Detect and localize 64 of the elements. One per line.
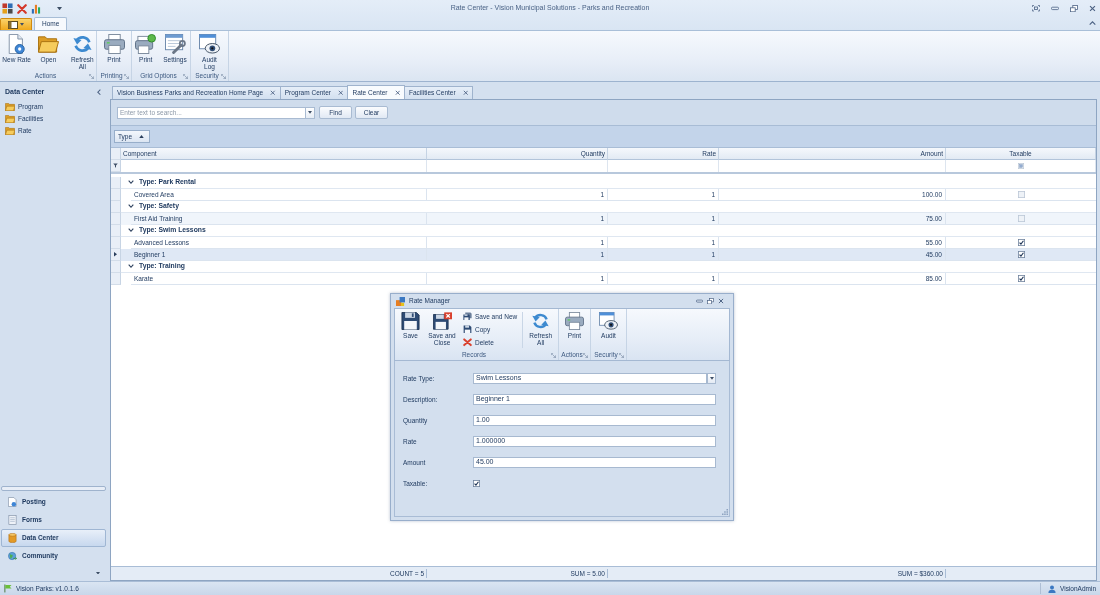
chevron-down-icon[interactable] (128, 180, 134, 185)
window-icon (8, 20, 18, 29)
caret-down-icon (20, 23, 24, 26)
dropdown-button[interactable] (707, 373, 716, 384)
fullscreen-icon[interactable] (1032, 5, 1040, 12)
chevron-down-icon[interactable] (128, 264, 134, 269)
checkbox[interactable] (1017, 275, 1025, 282)
user-icon (1048, 584, 1056, 593)
row-header (111, 237, 121, 249)
refresh-icon (71, 34, 93, 54)
checkbox[interactable] (473, 480, 480, 487)
checkbox[interactable] (1017, 251, 1025, 258)
row-pointer-icon (114, 252, 117, 257)
chevron-left-icon[interactable] (97, 89, 101, 96)
floppy-disks-icon (463, 312, 472, 321)
document-icon (8, 497, 17, 507)
chevron-down-icon[interactable] (128, 204, 134, 209)
close-icon[interactable] (1089, 5, 1096, 12)
new-document-icon (6, 34, 28, 54)
form-icon (8, 515, 17, 525)
caret-down-icon[interactable] (96, 571, 100, 575)
row-header (111, 213, 121, 225)
settings-icon (164, 34, 186, 54)
folder-icon (37, 34, 59, 54)
close-icon[interactable] (462, 90, 469, 96)
database-icon (8, 533, 17, 543)
close-icon[interactable] (718, 298, 724, 304)
app-menu-button[interactable] (0, 18, 32, 30)
chevron-up-icon[interactable] (1089, 21, 1096, 26)
folder-icon (5, 114, 15, 124)
caret-down-icon (308, 111, 312, 114)
refresh-icon (531, 312, 551, 330)
printer-icon (103, 34, 125, 54)
resize-grip-icon[interactable] (722, 509, 728, 515)
close-icon[interactable] (394, 89, 400, 96)
chevron-down-icon[interactable] (128, 228, 134, 233)
restore-icon[interactable] (707, 297, 714, 305)
row-header (111, 273, 121, 285)
app-icon[interactable] (2, 3, 13, 14)
printer-icon (565, 312, 584, 330)
close-icon[interactable] (270, 90, 276, 96)
checkbox[interactable] (1017, 239, 1025, 246)
globe-icon (8, 551, 17, 561)
minimize-icon[interactable] (1051, 6, 1059, 11)
folder-icon (5, 102, 15, 112)
window-eye-icon (599, 312, 618, 330)
flag-icon (4, 584, 12, 593)
caret-down-icon[interactable] (57, 6, 62, 11)
floppy-close-icon (432, 312, 452, 330)
folder-icon (5, 126, 15, 136)
restore-icon[interactable] (1070, 4, 1078, 13)
app-icon (396, 296, 405, 306)
cross-icon[interactable] (17, 3, 27, 14)
cross-icon (463, 338, 472, 347)
printer-icon (135, 34, 157, 54)
window-eye-icon (199, 34, 220, 54)
filter-icon[interactable] (113, 163, 118, 168)
dropdown-button[interactable] (306, 106, 315, 119)
bar-chart-icon[interactable] (31, 3, 41, 14)
splitter-handle[interactable] (1, 486, 106, 491)
row-header (111, 189, 121, 201)
close-icon[interactable] (337, 90, 344, 96)
minimize-icon[interactable] (696, 298, 703, 304)
caret-down-icon (709, 377, 714, 380)
